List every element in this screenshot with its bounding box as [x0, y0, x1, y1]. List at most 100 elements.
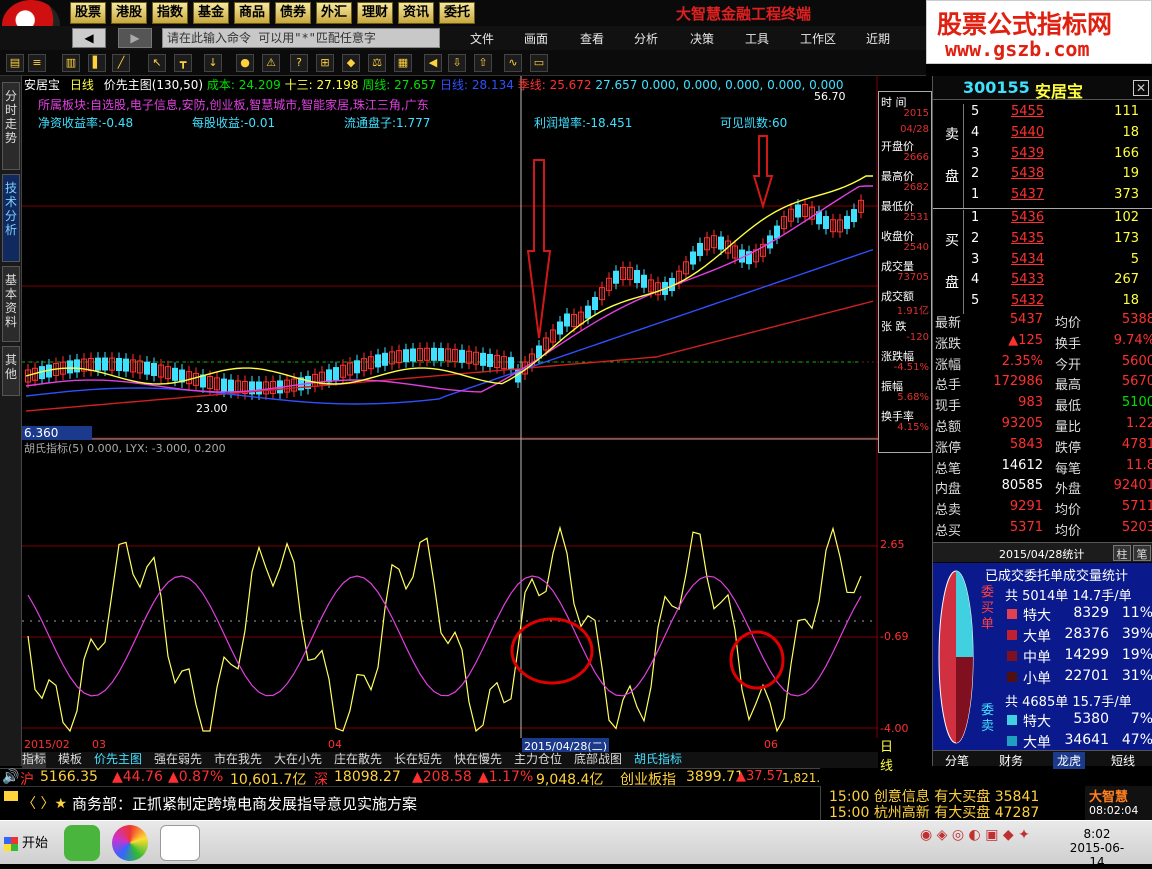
toolbar-arrow-icon[interactable]: ◀	[424, 54, 442, 72]
toolbar-kline-icon[interactable]: ▥	[62, 54, 80, 72]
order-level: 3	[971, 145, 980, 161]
toolbar-chart-icon[interactable]: ▦	[394, 54, 412, 72]
volume-value: 8329	[1073, 605, 1109, 621]
menu-trade[interactable]: 委托	[439, 2, 476, 24]
indicator-tab[interactable]: 模板	[58, 752, 82, 768]
volume-value: 22701	[1064, 668, 1109, 684]
menu-workspace[interactable]: 工作区	[800, 30, 836, 47]
indicator-tab[interactable]: 底部战图	[574, 752, 622, 768]
toolbar-scale-icon[interactable]: ⚖	[368, 54, 386, 72]
toolbar-bars-icon[interactable]: ▌	[88, 54, 106, 72]
indicator-tab[interactable]: 主力仓位	[514, 752, 562, 768]
order-row[interactable]: 4 5433 267	[933, 272, 1152, 293]
sz-pct: ▲1.17%	[478, 769, 534, 785]
stat-label: 涨幅	[935, 357, 962, 373]
menu-finance[interactable]: 理财	[357, 2, 394, 24]
order-volume: 102	[1114, 210, 1139, 225]
toolbar-list-icon[interactable]: ≡	[28, 54, 46, 72]
mail-icon[interactable]	[4, 791, 18, 801]
menu-fund[interactable]: 基金	[193, 2, 230, 24]
toolbar-line-icon[interactable]: ∿	[504, 54, 522, 72]
menu-index[interactable]: 指数	[152, 2, 189, 24]
stat-tab-bar[interactable]: 柱	[1113, 545, 1131, 561]
menu-bond[interactable]: 债券	[275, 2, 312, 24]
toolbar-up-icon[interactable]: ⇧	[474, 54, 492, 72]
volume-pct: 31%	[1121, 668, 1152, 684]
menu-hk[interactable]: 港股	[111, 2, 148, 24]
tab-minute[interactable]: 分时走势	[2, 82, 20, 170]
order-row[interactable]: 1 5437 373	[933, 187, 1152, 208]
toolbar-down2-icon[interactable]: ⇩	[448, 54, 466, 72]
forward-button[interactable]: ▶	[118, 28, 152, 48]
tray-icons[interactable]: ◉ ◈ ◎ ◐ ▣ ◆ ✦	[920, 827, 1060, 857]
toolbar-grid-icon[interactable]: ⊞	[316, 54, 334, 72]
menu-stock[interactable]: 股票	[70, 2, 107, 24]
toolbar-draw-icon[interactable]: ╱	[112, 54, 130, 72]
menu-look[interactable]: 查看	[580, 30, 604, 47]
tab-technical[interactable]: 技术分析	[2, 174, 20, 262]
stat-tab-tick[interactable]: 笔	[1133, 545, 1151, 561]
menu-tools[interactable]: 工具	[745, 30, 769, 47]
tab-ticks[interactable]: 分笔	[945, 752, 969, 769]
brand-box: 大智慧 08:02:04	[1085, 786, 1152, 820]
back-button[interactable]: ◀	[72, 28, 106, 48]
close-icon[interactable]: ✕	[1133, 80, 1149, 96]
photo-app-icon[interactable]	[112, 825, 148, 861]
wechat-icon[interactable]	[64, 825, 100, 861]
toolbar-gold-icon[interactable]: ◆	[342, 54, 360, 72]
order-row[interactable]: 4 5440 18	[933, 125, 1152, 146]
menu-recent[interactable]: 近期	[866, 30, 890, 47]
tray-icon: ◉ ◈ ◎ ◐ ▣ ◆ ✦	[920, 827, 1030, 843]
tab-shortline[interactable]: 短线	[1111, 752, 1135, 769]
tab-dragon-tiger[interactable]: 龙虎	[1053, 752, 1086, 769]
command-input[interactable]: 请在此输入命令 可以用"*"匹配任意字	[162, 28, 440, 48]
menu-commodity[interactable]: 商品	[234, 2, 271, 24]
toolbar-cursor-icon[interactable]: ↖	[148, 54, 166, 72]
menu-analysis[interactable]: 分析	[634, 30, 658, 47]
volume-row: 中单 14299 19%	[1003, 647, 1152, 667]
toolbar-down-icon[interactable]: ↓	[204, 54, 222, 72]
tab-basic-info[interactable]: 基本资料	[2, 266, 20, 342]
indicator-tab[interactable]: 快在慢先	[454, 752, 502, 768]
start-button[interactable]: 开始	[2, 831, 54, 857]
tab-finance[interactable]: 财务	[999, 752, 1023, 769]
order-row[interactable]: 1 5436 102	[933, 210, 1152, 231]
order-row[interactable]: 2 5438 19	[933, 166, 1152, 187]
news-text[interactable]: 商务部：正抓紧制定跨境电商发展指导意见实施方案	[72, 793, 417, 814]
alert-row-2[interactable]: 15:00 杭州高新 有大买盘 47287	[829, 802, 1039, 822]
indicator-tab[interactable]: 指标	[22, 752, 47, 768]
alert-name: 杭州高新	[873, 805, 930, 821]
volume-value: 5380	[1073, 711, 1109, 727]
news-nav-icon[interactable]: 〈 〉★	[22, 793, 67, 813]
indicator-tab[interactable]: 长在短先	[394, 752, 442, 768]
toolbar-dots-icon[interactable]: ●	[236, 54, 254, 72]
indicator-tab[interactable]: 大在小先	[274, 752, 322, 768]
indicator-tab[interactable]: 庄在散先	[334, 752, 382, 768]
menu-decision[interactable]: 决策	[690, 30, 714, 47]
indicator-tab[interactable]: 市在我先	[214, 752, 262, 768]
dzh-app-icon[interactable]	[160, 825, 200, 861]
order-row[interactable]: 5 5455 111	[933, 104, 1152, 125]
menu-news[interactable]: 资讯	[398, 2, 435, 24]
kline-chart-svg[interactable]	[22, 76, 878, 752]
order-row[interactable]: 3 5439 166	[933, 146, 1152, 167]
taskbar-clock[interactable]: 8:02 2015-06-14	[1066, 827, 1128, 869]
chart-area[interactable]	[22, 76, 878, 752]
menu-file[interactable]: 文件	[470, 30, 494, 47]
toolbar-monitor-icon[interactable]: ▭	[530, 54, 548, 72]
toolbar-q-icon[interactable]: ?	[290, 54, 308, 72]
menu-view-screen[interactable]: 画面	[524, 30, 548, 47]
tab-other[interactable]: 其他	[2, 346, 20, 396]
indicator-tab[interactable]: 价先主图	[94, 752, 142, 768]
menu-forex[interactable]: 外汇	[316, 2, 353, 24]
indicator-tab[interactable]: 胡氏指标	[634, 752, 682, 768]
order-level: 1	[971, 210, 980, 225]
order-row[interactable]: 2 5435 173	[933, 231, 1152, 252]
toolbar-pin-icon[interactable]: ┳	[174, 54, 192, 72]
toolbar-minute-icon[interactable]: ▤	[6, 54, 24, 72]
side-divider	[963, 210, 964, 314]
indicator-tab[interactable]: 强在弱先	[154, 752, 202, 768]
order-row[interactable]: 3 5434 5	[933, 252, 1152, 273]
stat-label: 总卖	[935, 503, 962, 519]
toolbar-warn-icon[interactable]: ⚠	[262, 54, 280, 72]
